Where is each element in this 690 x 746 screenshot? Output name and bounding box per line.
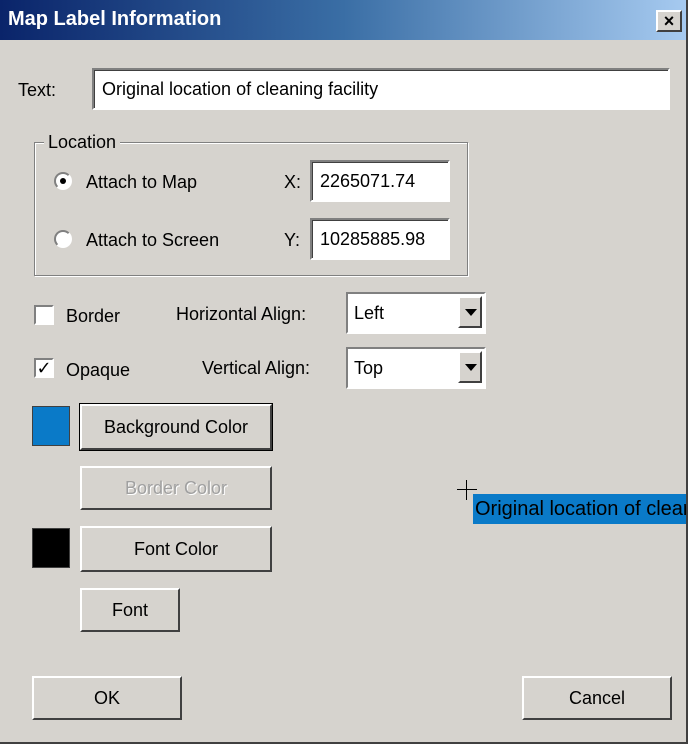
anchor-crosshair-icon [457, 489, 477, 490]
opaque-checkbox[interactable]: ✓ [34, 358, 54, 378]
vertical-align-value: Top [354, 358, 384, 378]
chevron-down-icon[interactable] [458, 296, 482, 328]
background-color-swatch [32, 406, 70, 446]
y-coordinate-input[interactable]: 10285885.98 [310, 218, 450, 260]
anchor-crosshair-icon [466, 480, 467, 500]
cancel-button[interactable]: Cancel [522, 676, 672, 720]
y-coordinate-label: Y: [284, 230, 301, 250]
vertical-align-label: Vertical Align: [202, 358, 311, 378]
font-button[interactable]: Font [80, 588, 180, 632]
font-color-button[interactable]: Font Color [80, 526, 272, 572]
text-field-label: Text: [18, 80, 57, 100]
close-button[interactable]: × [656, 10, 682, 32]
label-text-input[interactable]: Original location of cleaning facility [92, 68, 670, 110]
location-group-label: Location [44, 132, 121, 153]
border-label[interactable]: Border [66, 306, 120, 327]
attach-to-map-radio[interactable] [54, 172, 72, 190]
attach-to-screen-label[interactable]: Attach to Screen [86, 230, 219, 251]
attach-to-screen-radio[interactable] [54, 230, 72, 248]
radio-selected-dot [60, 178, 66, 184]
close-icon: × [663, 11, 675, 31]
x-coordinate-label: X: [284, 172, 302, 192]
map-label-preview: Original location of cleaning facility [473, 494, 686, 524]
map-label-dialog: Map Label Information × Text: Original l… [0, 0, 688, 744]
title-bar[interactable]: Map Label Information × [0, 0, 686, 40]
background-color-button[interactable]: Background Color [79, 403, 273, 451]
horizontal-align-select[interactable]: Left [346, 292, 486, 334]
dialog-title: Map Label Information [8, 8, 222, 30]
ok-button[interactable]: OK [32, 676, 182, 720]
horizontal-align-value: Left [354, 303, 385, 323]
border-checkbox[interactable] [34, 305, 54, 325]
font-color-swatch [32, 528, 70, 568]
opaque-label[interactable]: Opaque [66, 360, 130, 381]
attach-to-map-label[interactable]: Attach to Map [86, 172, 197, 193]
x-coordinate-input[interactable]: 2265071.74 [310, 160, 450, 202]
chevron-down-icon[interactable] [458, 351, 482, 383]
horizontal-align-label: Horizontal Align: [176, 304, 307, 324]
border-color-button[interactable]: Border Color [80, 466, 272, 510]
vertical-align-select[interactable]: Top [346, 347, 486, 389]
checkmark-icon: ✓ [36, 358, 52, 378]
